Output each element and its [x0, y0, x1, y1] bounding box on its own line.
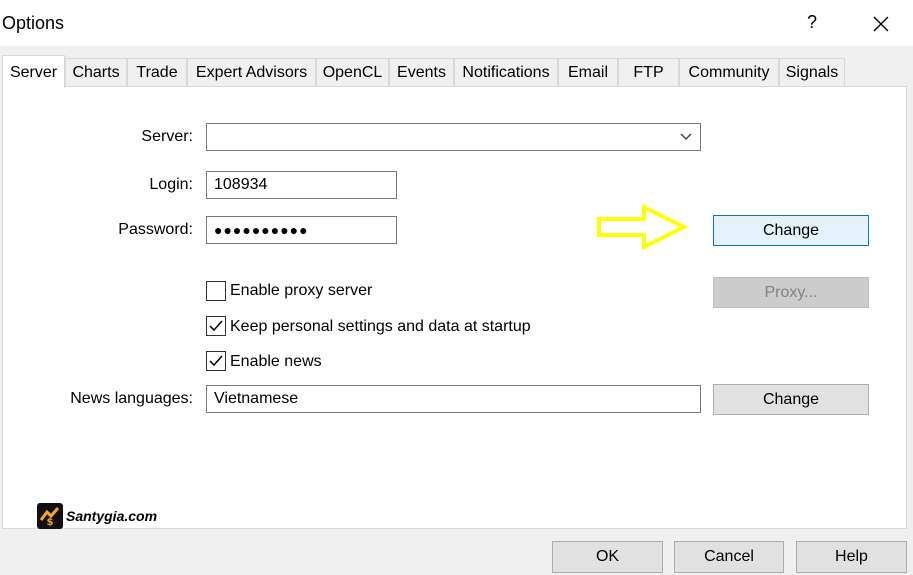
chevron-down-icon [680, 124, 692, 159]
tab-notifications[interactable]: Notifications [454, 58, 558, 86]
login-label: Login: [149, 176, 193, 193]
tab-signals[interactable]: Signals [779, 58, 845, 86]
svg-text:$: $ [47, 517, 54, 528]
enable-news-checkbox[interactable] [206, 351, 226, 371]
password-input[interactable]: ●●●●●●●●●● [206, 216, 397, 244]
keep-settings-label: Keep personal settings and data at start… [230, 318, 531, 335]
login-input[interactable]: 108934 [206, 171, 397, 199]
help-icon[interactable]: ? [802, 12, 822, 36]
server-label: Server: [141, 128, 193, 145]
change-password-button[interactable]: Change [713, 215, 869, 246]
watermark-logo: $ [37, 503, 63, 529]
tab-events[interactable]: Events [389, 58, 454, 86]
tab-email[interactable]: Email [558, 58, 618, 86]
news-languages-label: News languages: [70, 390, 193, 407]
enable-news-label: Enable news [230, 353, 322, 370]
tab-community[interactable]: Community [679, 58, 779, 86]
arrow-right-icon [596, 203, 689, 255]
tab-expert-advisors[interactable]: Expert Advisors [187, 58, 316, 86]
tab-opencl[interactable]: OpenCL [316, 58, 389, 86]
tab-ftp[interactable]: FTP [618, 58, 679, 86]
news-languages-input[interactable]: Vietnamese [206, 385, 701, 413]
tab-trade[interactable]: Trade [127, 58, 187, 86]
checkmark-icon [209, 320, 223, 332]
tab-server[interactable]: Server [2, 55, 65, 88]
cancel-button[interactable]: Cancel [674, 541, 784, 573]
change-languages-button[interactable]: Change [713, 384, 869, 415]
window-title: Options [2, 13, 65, 33]
proxy-button[interactable]: Proxy... [713, 277, 869, 308]
close-icon[interactable] [867, 10, 895, 38]
title-bar: Options ? [0, 0, 913, 46]
enable-proxy-label: Enable proxy server [230, 282, 373, 299]
server-select[interactable] [206, 123, 701, 151]
password-label: Password: [118, 221, 193, 238]
ok-button[interactable]: OK [552, 541, 663, 573]
checkmark-icon [209, 355, 223, 367]
enable-proxy-checkbox[interactable] [206, 281, 226, 301]
help-button[interactable]: Help [796, 541, 907, 573]
tab-charts[interactable]: Charts [65, 58, 127, 86]
keep-settings-checkbox[interactable] [206, 316, 226, 336]
watermark-text: Santygia.com [66, 508, 158, 524]
